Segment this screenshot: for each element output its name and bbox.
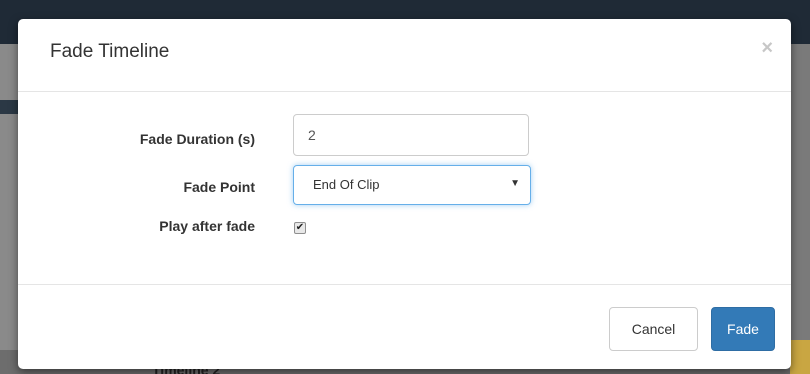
background-left-strip xyxy=(0,100,18,114)
fade-point-selected-value: End Of Clip xyxy=(313,177,380,192)
fade-point-label: Fade Point xyxy=(183,179,255,195)
background-left-panel xyxy=(0,44,18,374)
fade-button[interactable]: Fade xyxy=(711,307,775,351)
fade-duration-input[interactable]: 2 xyxy=(293,114,529,156)
fade-point-select[interactable]: End Of Clip ▼ xyxy=(293,165,531,205)
play-after-fade-label: Play after fade xyxy=(159,218,255,234)
fade-duration-label: Fade Duration (s) xyxy=(139,131,255,147)
close-icon[interactable]: × xyxy=(761,37,773,60)
background-accent xyxy=(790,340,810,374)
cancel-button[interactable]: Cancel xyxy=(609,307,698,351)
chevron-down-icon: ▼ xyxy=(510,178,520,189)
play-after-fade-checkbox[interactable]: ✔ xyxy=(294,222,306,234)
modal-header: Fade Timeline × xyxy=(18,19,791,92)
modal-title: Fade Timeline xyxy=(50,41,170,62)
checkmark-icon: ✔ xyxy=(295,222,305,233)
fade-timeline-dialog: Fade Timeline × Fade Duration (s) 2 Fade… xyxy=(18,19,791,369)
modal-footer-divider xyxy=(18,284,791,285)
